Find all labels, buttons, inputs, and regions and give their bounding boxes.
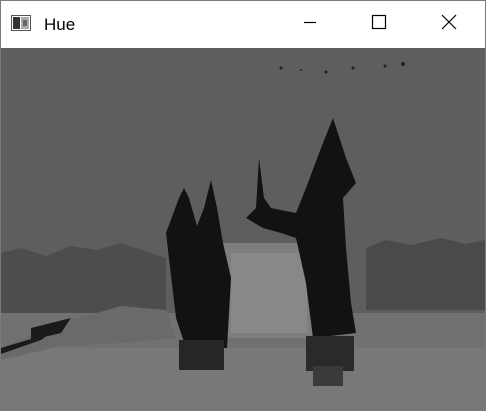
minimize-icon bbox=[303, 15, 317, 34]
hue-channel-bridge-image bbox=[1, 48, 485, 410]
minimize-button[interactable] bbox=[287, 1, 333, 48]
opencv-window-icon bbox=[11, 15, 31, 31]
window-title: Hue bbox=[44, 15, 76, 34]
close-icon bbox=[441, 14, 457, 35]
maximize-icon bbox=[371, 14, 387, 35]
close-button[interactable] bbox=[426, 1, 472, 48]
hue-image-canvas[interactable] bbox=[1, 48, 485, 410]
app-window: Hue bbox=[0, 0, 486, 411]
maximize-button[interactable] bbox=[356, 1, 402, 48]
title-bar[interactable]: Hue bbox=[1, 1, 485, 48]
